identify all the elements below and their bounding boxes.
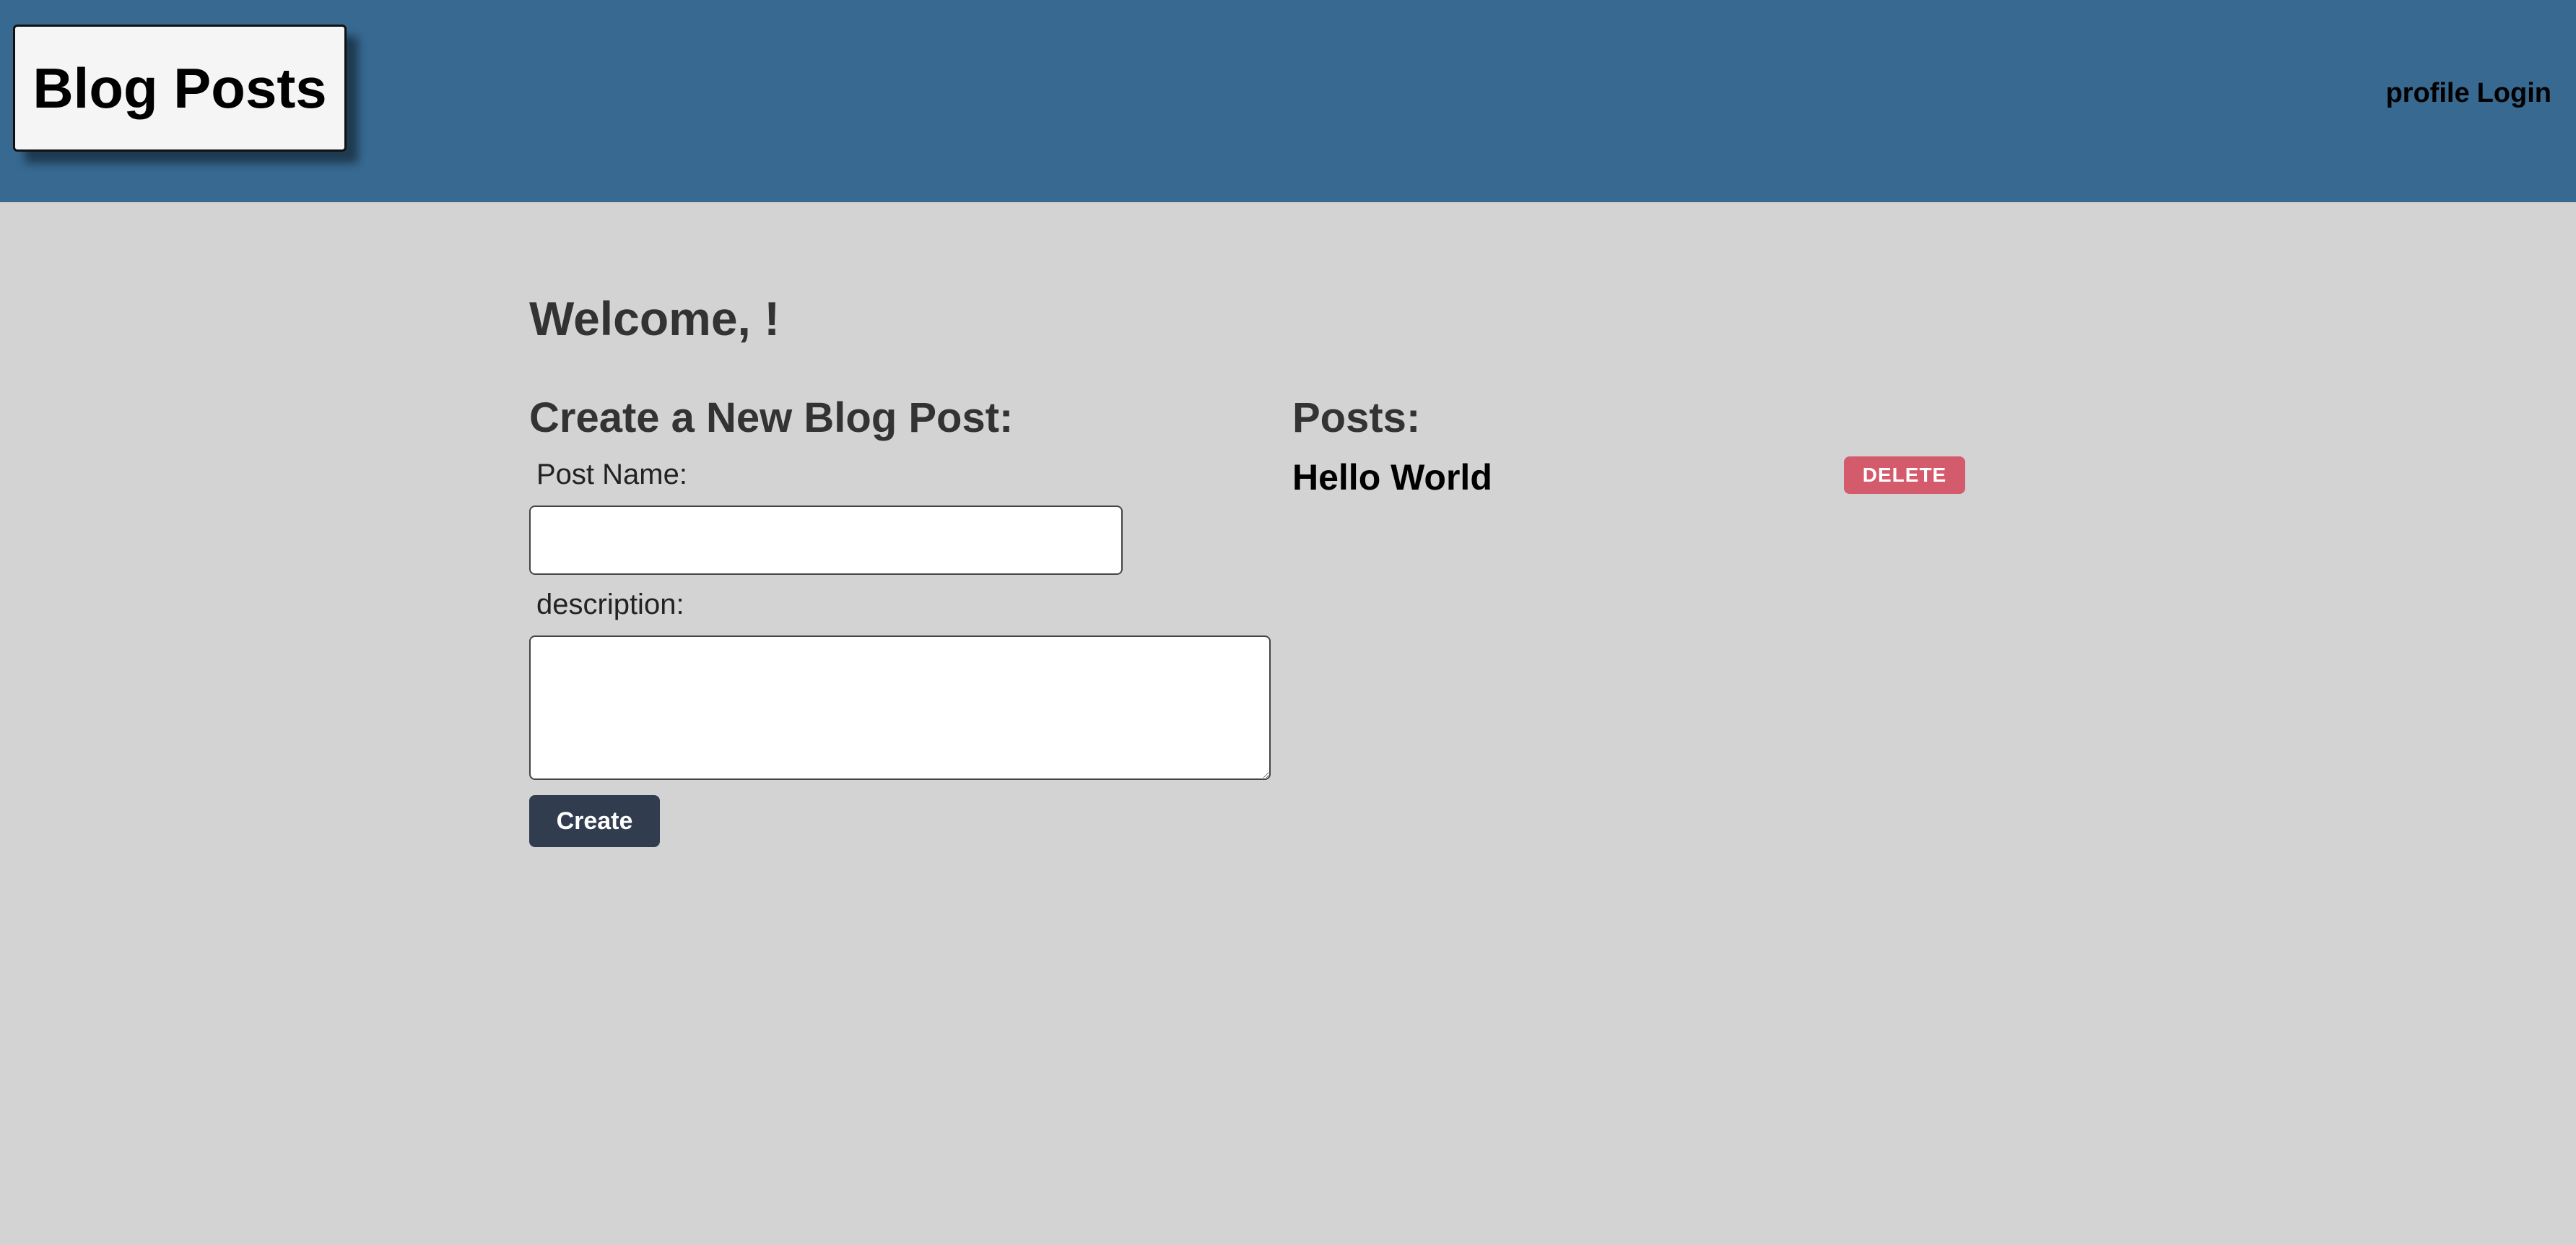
welcome-heading: Welcome, ! [529,292,780,345]
create-post-heading: Create a New Blog Post: [529,394,1014,441]
post-name-input[interactable] [529,506,1123,575]
create-button[interactable]: Create [529,795,660,847]
site-header: Blog Posts profile Login [0,0,2576,202]
login-link[interactable]: Login [2477,78,2551,109]
description-label: description: [536,589,684,620]
post-item-title: Hello World [1292,457,1492,498]
delete-post-button[interactable]: DELETE [1844,456,1965,494]
profile-link[interactable]: profile [2385,78,2469,109]
header-nav: profile Login [2385,78,2551,109]
posts-heading: Posts: [1292,394,1421,441]
site-brand-button[interactable]: Blog Posts [13,25,347,152]
description-textarea[interactable] [529,635,1271,780]
post-name-label: Post Name: [536,459,687,490]
